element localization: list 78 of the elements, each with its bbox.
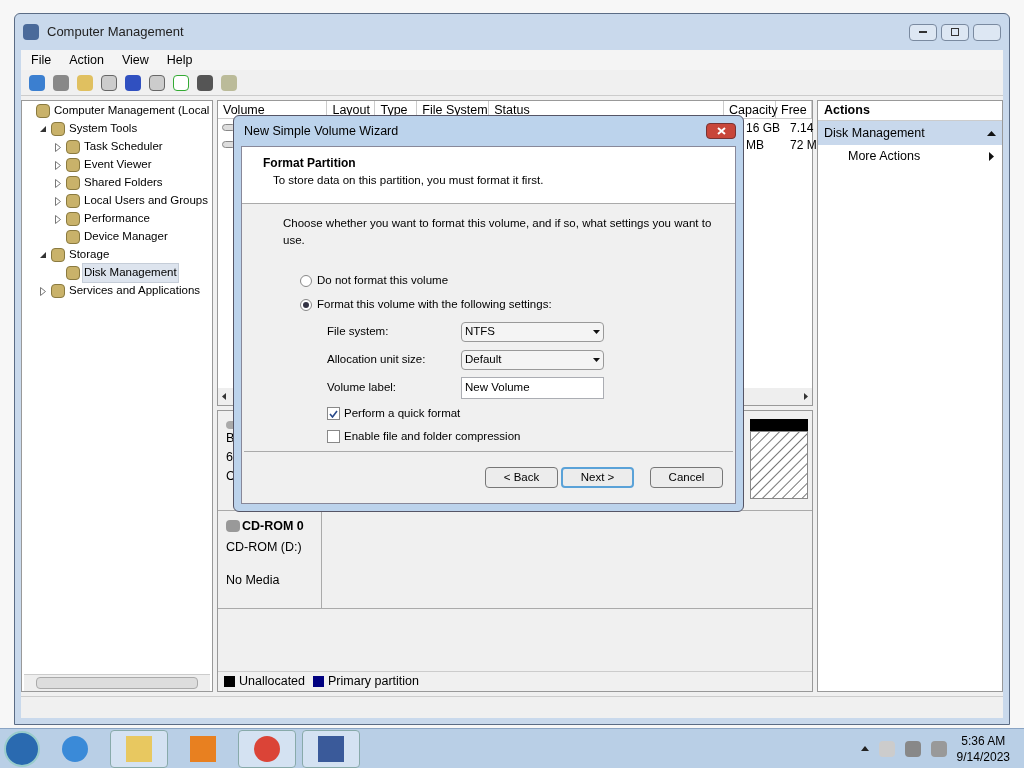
disk-name: CD-ROM 0 [242, 518, 304, 535]
unallocated-bar [750, 419, 808, 431]
tree-item[interactable]: System Tools [67, 119, 140, 139]
wizard-button[interactable]: < Back [485, 467, 558, 488]
disk-info-text: 6 [226, 448, 234, 466]
clock-time[interactable]: 5:36 AM [961, 732, 1006, 749]
taskbar-app-button[interactable] [238, 729, 296, 768]
tree-item[interactable]: Performance [82, 209, 152, 229]
capacity-cell-text: MB [746, 136, 765, 154]
actions-section-header[interactable]: Disk Management [818, 121, 1002, 145]
page-heading: Format Partition [263, 155, 357, 172]
tree-item[interactable]: Storage [67, 245, 112, 265]
tree-item[interactable]: Event Viewer [82, 155, 154, 175]
menu-item[interactable]: Help [166, 50, 193, 70]
close-icon [716, 127, 726, 135]
radio-button[interactable] [300, 298, 312, 311]
tree-item[interactable]: Disk Management [82, 263, 179, 283]
expanded-arrow-icon[interactable] [40, 252, 46, 258]
collapsed-arrow-icon[interactable] [55, 142, 61, 152]
capacity-cell-text: 16 GB [746, 119, 782, 137]
clock-date[interactable]: 9/14/2023 [956, 748, 1010, 765]
free-cell-text: 72 M [790, 136, 817, 154]
minimize-button[interactable] [909, 23, 937, 41]
field-label: Allocation unit size: [327, 351, 427, 367]
start-button[interactable] [4, 730, 40, 767]
tree-item[interactable]: Local Users and Groups [82, 191, 210, 211]
drive-label: CD-ROM (D:) [226, 538, 303, 556]
collapse-icon[interactable] [987, 130, 996, 136]
collapsed-arrow-icon[interactable] [55, 196, 61, 206]
legend-label: Primary partition [328, 673, 419, 691]
expanded-arrow-icon[interactable] [40, 126, 46, 132]
scroll-left-icon[interactable] [222, 393, 226, 400]
legend-label: Unallocated [239, 673, 305, 691]
radio-button[interactable] [300, 274, 312, 287]
dropdown-arrow-icon [593, 357, 600, 362]
collapsed-arrow-icon[interactable] [40, 286, 46, 296]
wizard-button[interactable]: Next > [561, 467, 634, 488]
close-button[interactable] [706, 123, 736, 139]
input-field[interactable]: New Volume [461, 376, 604, 399]
show-hidden-icons-button[interactable] [860, 746, 869, 751]
maximize-button[interactable] [941, 23, 969, 41]
window-title: Computer Management [47, 23, 184, 42]
dropdown[interactable]: Default [461, 349, 604, 370]
tree-item[interactable]: Device Manager [82, 227, 170, 247]
section-title: Disk Management [824, 124, 925, 142]
taskbar-app-button[interactable] [302, 729, 360, 768]
instruction-text: Choose whether you want to format this volume, and if so, what settings you want to use. [283, 216, 713, 249]
horizontal-scrollbar[interactable] [24, 674, 210, 691]
checkbox-label: Perform a quick format [344, 405, 461, 421]
field-label: Volume label: [327, 379, 398, 395]
scroll-right-icon[interactable] [804, 393, 808, 400]
checkbox[interactable] [327, 407, 340, 420]
radio-label: Do not format this volume [317, 272, 449, 288]
dialog-title: New Simple Volume Wizard [243, 122, 399, 140]
menu-item[interactable]: Action [69, 50, 104, 70]
field-label: File system: [327, 323, 390, 339]
menu-item[interactable]: File [31, 50, 52, 70]
page-subheading: To store data on this partition, you must format it first. [272, 173, 545, 188]
unallocated-region [750, 431, 808, 499]
tree-item[interactable]: Shared Folders [82, 173, 165, 193]
collapsed-arrow-icon[interactable] [55, 214, 61, 224]
radio-label: Format this volume with the following settings: [317, 296, 552, 312]
dropdown-arrow-icon [593, 329, 600, 334]
collapsed-arrow-icon[interactable] [55, 178, 61, 188]
dropdown[interactable]: NTFS [461, 321, 604, 342]
checkbox-label: Enable file and folder compression [344, 428, 521, 444]
submenu-arrow-icon [989, 151, 994, 161]
collapsed-arrow-icon[interactable] [55, 160, 61, 170]
free-cell-text: 7.14 [790, 119, 814, 137]
action-item[interactable]: More Actions [818, 145, 1002, 167]
tree-item[interactable]: Computer Management (Local [52, 101, 212, 121]
menu-item[interactable]: View [121, 50, 149, 70]
tree-item[interactable]: Services and Applications [67, 281, 203, 301]
media-status: No Media [226, 571, 281, 589]
checkbox[interactable] [327, 430, 340, 443]
wizard-button[interactable]: Cancel [650, 467, 723, 488]
tree-item[interactable]: Task Scheduler [82, 137, 165, 157]
disk-info-text: B [226, 430, 236, 447]
